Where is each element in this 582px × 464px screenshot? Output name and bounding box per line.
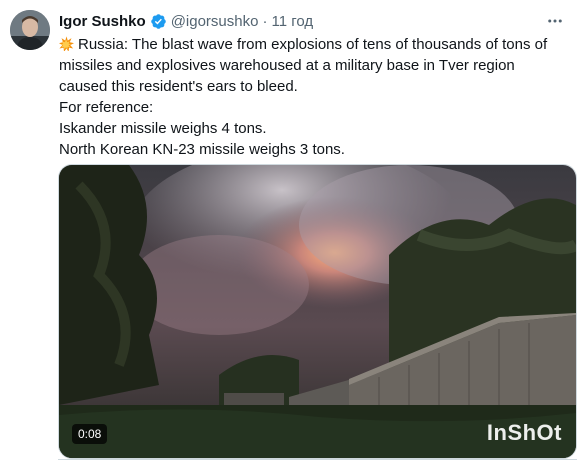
tweet[interactable]: Igor Sushko @igorsushko · 11 год Russia:…	[0, 0, 582, 463]
tweet-text-line-4: North Korean KN-23 missile weighs 3 tons…	[59, 141, 345, 158]
tweet-header: Igor Sushko @igorsushko · 11 год	[59, 11, 542, 31]
verified-badge-icon	[150, 13, 167, 30]
tweet-text-line-3: Iskander missile weighs 4 tons.	[59, 120, 267, 137]
tweet-text-line-1: Russia: The blast wave from explosions o…	[59, 34, 564, 97]
video-duration-badge: 0:08	[72, 424, 108, 444]
more-options-icon[interactable]	[542, 8, 568, 34]
author-avatar[interactable]	[10, 10, 50, 50]
collision-icon	[59, 36, 74, 52]
tweet-text: Russia: The blast wave from explosions o…	[59, 34, 564, 160]
video-frame	[59, 165, 576, 458]
separator-dot: ·	[262, 12, 268, 30]
tweet-text-line-2: For reference:	[59, 99, 154, 116]
timestamp[interactable]: 11 год	[271, 13, 313, 30]
video-watermark: InShOt	[486, 420, 562, 445]
next-media-edge	[58, 459, 577, 464]
author-handle[interactable]: @igorsushko	[171, 13, 259, 30]
tweet-text-line-1-content: Russia: The blast wave from explosions o…	[59, 36, 548, 95]
video-player[interactable]	[58, 164, 577, 459]
author-name[interactable]: Igor Sushko	[59, 13, 146, 30]
